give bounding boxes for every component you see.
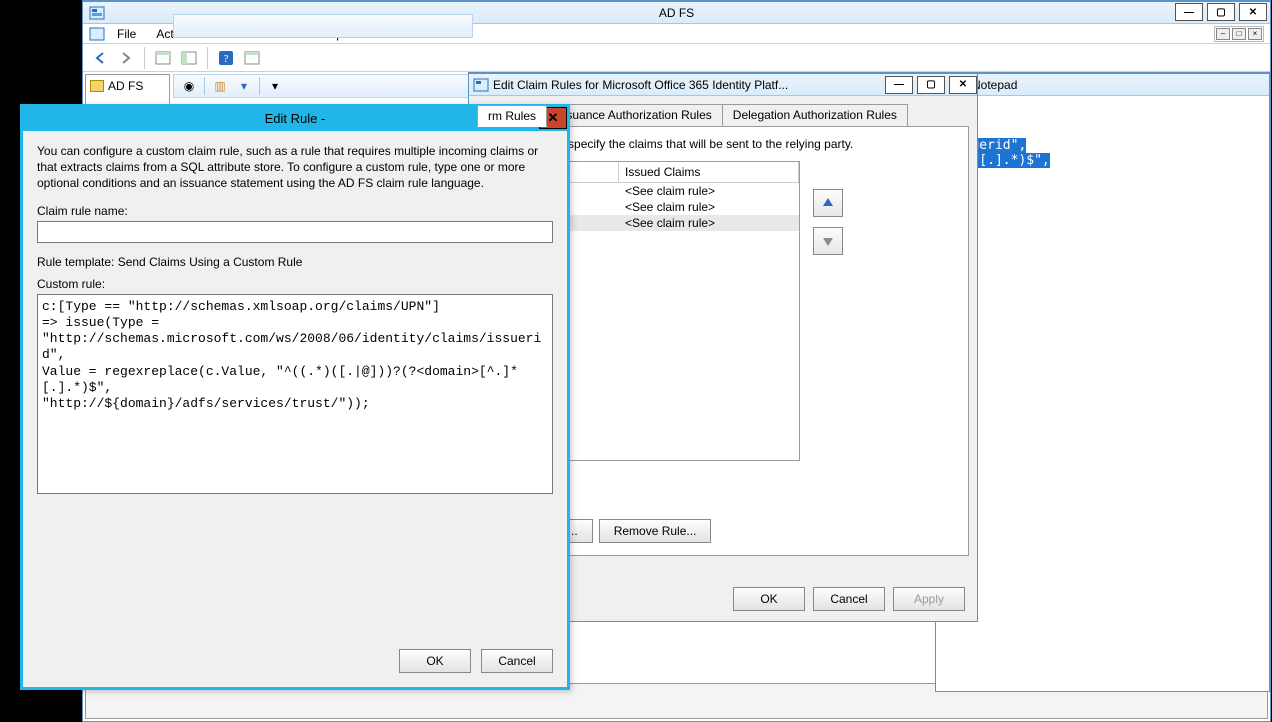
mdi-restore[interactable]: □ [1232, 28, 1246, 40]
edit-rule-description: You can configure a custom claim rule, s… [37, 143, 553, 192]
nav-back-button[interactable] [89, 47, 111, 69]
quick-access-toolbar [173, 14, 473, 38]
qat-drop-icon[interactable]: ▾ [266, 77, 284, 95]
tree-root-label: AD FS [108, 79, 143, 93]
qat-new-icon[interactable]: ▥ [211, 77, 229, 95]
move-up-button[interactable] [813, 189, 843, 217]
qat-save-icon[interactable]: ▾ [235, 77, 253, 95]
cr-cancel-button[interactable]: Cancel [813, 587, 885, 611]
help-button[interactable]: ? [215, 47, 237, 69]
er-ok-button[interactable]: OK [399, 649, 471, 673]
reorder-controls [813, 189, 843, 255]
menu-file[interactable]: File [109, 26, 144, 42]
tab-delegation-authorization[interactable]: Delegation Authorization Rules [722, 104, 908, 126]
tree-root[interactable]: AD FS [88, 78, 167, 94]
cr-minimize-button[interactable]: — [885, 76, 913, 94]
maximize-button[interactable]: ▢ [1207, 3, 1235, 21]
edit-rule-title: Edit Rule - [265, 111, 326, 126]
move-down-button[interactable] [813, 227, 843, 255]
nav-forward-button[interactable] [115, 47, 137, 69]
cr-apply-button[interactable]: Apply [893, 587, 965, 611]
tab-issuance-authorization[interactable]: Issuance Authorization Rules [546, 104, 723, 126]
cr-close-button[interactable]: ✕ [949, 76, 977, 94]
claim-rules-footer: OK Cancel Apply [733, 587, 965, 611]
claim-rule-name-label: Claim rule name: [37, 204, 553, 218]
edit-rule-footer: OK Cancel [399, 649, 553, 673]
rule-template-label: Rule template: Send Claims Using a Custo… [37, 255, 553, 269]
rule-issued-cell: <See claim rule> [619, 215, 799, 231]
remove-rule-button[interactable]: Remove Rule... [599, 519, 712, 543]
toolbar: ? [83, 44, 1270, 72]
notepad-window: aim - Notepad ✕ issuerid", ^.]*[.].*)$", [935, 72, 1270, 692]
cr-maximize-button[interactable]: ▢ [917, 76, 945, 94]
toolbar-icon-1[interactable] [152, 47, 174, 69]
rule-issued-cell: <See claim rule> [619, 183, 799, 199]
notepad-body[interactable]: issuerid", ^.]*[.].*)$", [942, 132, 1263, 685]
mdi-minimize[interactable]: – [1216, 28, 1230, 40]
folder-icon [90, 80, 104, 92]
col-issued-claims[interactable]: Issued Claims [619, 162, 799, 182]
claim-rules-title: Edit Claim Rules for Microsoft Office 36… [493, 78, 881, 92]
toolbar-icon-3[interactable] [241, 47, 263, 69]
adfs-menu-icon [89, 26, 105, 42]
claim-rule-name-input[interactable] [37, 221, 553, 243]
custom-rule-textarea[interactable] [37, 294, 553, 494]
er-cancel-button[interactable]: Cancel [481, 649, 553, 673]
mdi-close[interactable]: × [1248, 28, 1262, 40]
qat-disc-icon[interactable]: ◉ [180, 77, 198, 95]
quick-access-toolbar-2: ◉ ▥ ▾ ▾ [173, 74, 473, 98]
rule-issued-cell: <See claim rule> [619, 199, 799, 215]
tab-issuance-transform[interactable]: rm Rules [477, 105, 547, 127]
toolbar-icon-2[interactable] [178, 47, 200, 69]
svg-text:?: ? [224, 53, 229, 65]
minimize-button[interactable]: — [1175, 3, 1203, 21]
adfs-app-icon [89, 5, 105, 21]
close-button[interactable]: ✕ [1239, 3, 1267, 21]
notepad-titlebar[interactable]: aim - Notepad [936, 74, 1269, 96]
edit-rule-dialog: Edit Rule - ✕ You can configure a custom… [20, 104, 570, 690]
mdi-controls: – □ × [1214, 26, 1264, 42]
custom-rule-label: Custom rule: [37, 277, 553, 291]
claim-rules-titlebar[interactable]: Edit Claim Rules for Microsoft Office 36… [469, 74, 977, 96]
adfs-app-icon [473, 77, 489, 93]
cr-ok-button[interactable]: OK [733, 587, 805, 611]
